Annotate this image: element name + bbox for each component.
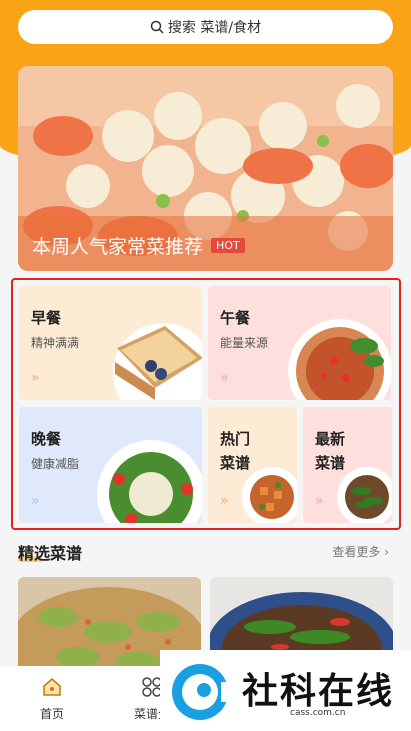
banner-caption: 本周人气家常菜推荐 HOT (32, 232, 245, 259)
home-page: 搜索 菜谱/食材 本周人气家常菜推荐 HOT 早餐 精神满满 » 午餐 能量来源… (0, 0, 411, 731)
card-newest[interactable]: 最新 菜谱 » (303, 407, 392, 523)
arrow-icon: » (220, 493, 228, 509)
lunch-image (288, 319, 391, 400)
newest-image (337, 467, 392, 523)
card-breakfast[interactable]: 早餐 精神满满 » (19, 286, 202, 400)
card-title: 晚餐 (31, 430, 62, 448)
dinner-image (97, 440, 202, 523)
card-lunch[interactable]: 午餐 能量来源 » (208, 286, 391, 400)
search-icon (150, 20, 164, 34)
card-title: 午餐 (220, 309, 251, 327)
card-title: 早餐 (31, 309, 62, 327)
view-more-link[interactable]: 查看更多 › (332, 543, 389, 560)
home-icon (43, 678, 61, 696)
banner-title: 本周人气家常菜推荐 (32, 236, 204, 258)
site-watermark: 社科在线 cass.com.cn (160, 650, 411, 731)
card-subtitle: 能量来源 (220, 336, 269, 350)
search-placeholder: 搜索 菜谱/食材 (167, 20, 262, 36)
card-dinner[interactable]: 晚餐 健康减脂 » (19, 407, 202, 523)
card-subtitle: 健康减脂 (31, 457, 80, 471)
popular-image (242, 467, 297, 523)
card-popular[interactable]: 热门 菜谱 » (208, 407, 297, 523)
meal-category-grid: 早餐 精神满满 » 午餐 能量来源 » 晚餐 健康减脂 » 热门 菜谱 » 最新… (11, 278, 401, 530)
featured-section-header: 精选菜谱 查看更多 › (18, 540, 393, 564)
arrow-icon: » (31, 370, 39, 386)
watermark-url: cass.com.cn (290, 708, 346, 718)
tab-home[interactable]: 首页 (12, 666, 92, 731)
section-title: 精选菜谱 (18, 544, 83, 563)
arrow-icon: » (31, 493, 39, 509)
breakfast-image (113, 323, 202, 400)
watermark-logo-icon (172, 664, 235, 720)
card-subtitle: 精神满满 (31, 336, 80, 350)
view-more-label: 查看更多 (332, 545, 381, 559)
hot-badge: HOT (211, 238, 245, 253)
watermark-text: 社科在线 (242, 671, 395, 712)
featured-banner[interactable]: 本周人气家常菜推荐 HOT (18, 66, 393, 271)
arrow-icon: » (315, 493, 323, 509)
search-bar[interactable]: 搜索 菜谱/食材 (18, 10, 393, 44)
arrow-icon: » (220, 370, 228, 386)
tab-label: 首页 (39, 707, 64, 721)
